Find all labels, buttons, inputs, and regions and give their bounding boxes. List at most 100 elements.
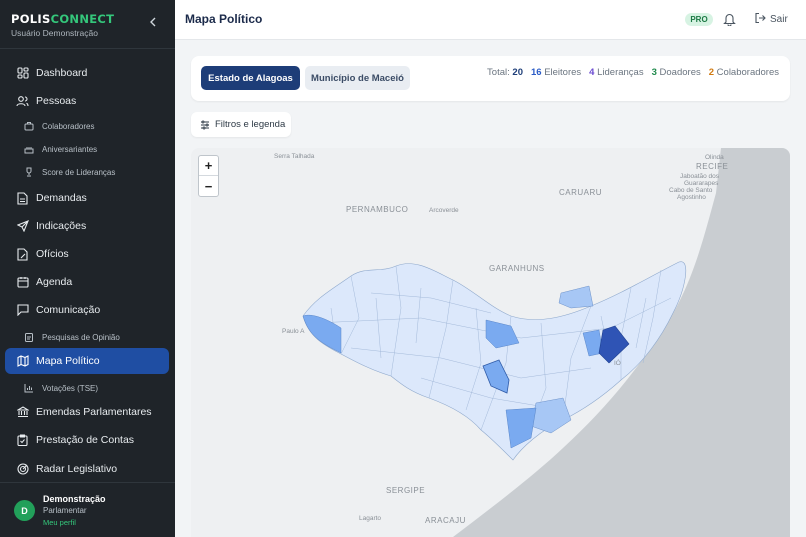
filters-label: Filtros e legenda xyxy=(215,119,286,130)
stat-total: Total: 20 xyxy=(487,67,523,78)
sidebar-item-pesquisas[interactable]: Pesquisas de Opinião xyxy=(5,326,169,348)
map-label: Serra Talhada xyxy=(274,153,315,160)
zoom-control: + − xyxy=(198,155,219,197)
view-tabs-card: Estado de Alagoas Município de Maceió To… xyxy=(191,56,790,101)
sidebar-item-label: Votações (TSE) xyxy=(42,383,99,393)
map-label: RECIFE xyxy=(696,162,729,171)
sidebar-item-emendas[interactable]: Emendas Parlamentares xyxy=(5,399,169,425)
sidebar-item-label: Score de Lideranças xyxy=(42,167,116,177)
sidebar-item-prestacao-contas[interactable]: Prestação de Contas xyxy=(5,427,169,453)
sidebar-item-label: Aniversariantes xyxy=(42,144,98,154)
municipality-light-2 xyxy=(558,285,594,309)
dashboard-icon xyxy=(16,67,29,80)
collapse-sidebar-icon[interactable] xyxy=(149,16,157,30)
user-name: Demonstração xyxy=(43,494,106,504)
municipality-light-5 xyxy=(530,397,572,434)
sidebar-item-indicacoes[interactable]: Indicações xyxy=(5,213,169,239)
stat-liderancas: 4 Lideranças xyxy=(589,67,644,78)
logout-label: Sair xyxy=(770,14,788,25)
tab-estado-alagoas[interactable]: Estado de Alagoas xyxy=(201,66,300,90)
pro-badge: PRO xyxy=(685,13,713,26)
briefcase-icon xyxy=(24,121,34,131)
logout-icon xyxy=(754,12,766,27)
map-label: IÓ xyxy=(614,360,621,367)
map-label: PERNAMBUCO xyxy=(346,205,409,214)
map-label: Cabo de Santo xyxy=(669,187,713,194)
cake-icon xyxy=(24,144,34,154)
map-canvas xyxy=(302,148,790,537)
profile-link[interactable]: Meu perfil xyxy=(43,518,76,527)
sidebar-item-label: Comunicação xyxy=(36,304,101,316)
bar-chart-icon xyxy=(24,383,34,393)
sidebar-item-label: Pesquisas de Opinião xyxy=(42,332,120,342)
sidebar-item-demandas[interactable]: Demandas xyxy=(5,185,169,211)
top-header: Mapa Político PRO Sair xyxy=(175,0,806,40)
sidebar: POLISCONNECT Usuário Demonstração Dashbo… xyxy=(0,0,175,537)
map-label: ARACAJU xyxy=(425,516,466,525)
user-profile: D Demonstração Parlamentar Meu perfil xyxy=(0,482,175,537)
map-label: SERGIPE xyxy=(386,486,426,495)
map-label: CARUARU xyxy=(559,188,603,197)
map-label: Lagarto xyxy=(359,515,382,522)
map-label: Arcoverde xyxy=(429,207,459,214)
sidebar-item-label: Prestação de Contas xyxy=(36,434,135,446)
map-label: Agostinho xyxy=(677,194,706,201)
zoom-out-button[interactable]: − xyxy=(199,176,218,196)
sidebar-item-votacoes[interactable]: Votações (TSE) xyxy=(5,377,169,399)
sidebar-item-aniversariantes[interactable]: Aniversariantes xyxy=(5,138,169,160)
sidebar-item-label: Emendas Parlamentares xyxy=(36,406,152,418)
sidebar-item-colaboradores[interactable]: Colaboradores xyxy=(5,115,169,137)
bell-icon[interactable] xyxy=(723,12,737,27)
sidebar-item-label: Ofícios xyxy=(36,248,69,260)
map-label: Olinda xyxy=(705,154,724,161)
map-label: Paulo A xyxy=(282,328,305,335)
map-label: Jaboatão dos xyxy=(680,173,720,180)
stat-colaboradores: 2 Colaboradores xyxy=(708,67,779,78)
sidebar-item-agenda[interactable]: Agenda xyxy=(5,269,169,295)
tab-municipio-maceio[interactable]: Município de Maceió xyxy=(305,66,410,90)
stat-doadores: 3 Doadores xyxy=(651,67,701,78)
user-role: Parlamentar xyxy=(43,506,87,515)
calendar-icon xyxy=(16,276,29,289)
municipality-light-6 xyxy=(505,407,537,449)
sidebar-item-label: Dashboard xyxy=(36,67,88,79)
political-map[interactable]: + − Serra Talhada Olinda RECIFE Jaboatão… xyxy=(191,148,790,537)
logout-button[interactable]: Sair xyxy=(754,12,788,27)
sidebar-item-label: Agenda xyxy=(36,276,73,288)
zoom-in-button[interactable]: + xyxy=(199,156,218,176)
sidebar-item-comunicacao[interactable]: Comunicação xyxy=(5,297,169,323)
map-label: Guararapes xyxy=(684,180,719,187)
sidebar-item-label: Demandas xyxy=(36,192,87,204)
sidebar-item-label: Indicações xyxy=(36,220,87,232)
sidebar-item-oficios[interactable]: Ofícios xyxy=(5,241,169,267)
file-edit-icon xyxy=(16,247,29,261)
sidebar-item-pessoas[interactable]: Pessoas xyxy=(5,88,169,114)
trophy-icon xyxy=(24,167,34,177)
clipboard-check-icon xyxy=(16,434,29,447)
chat-icon xyxy=(16,304,29,317)
sidebar-item-mapa-politico[interactable]: Mapa Político xyxy=(5,348,169,374)
clipboard-icon xyxy=(24,332,34,342)
send-icon xyxy=(16,220,29,233)
map-icon xyxy=(16,355,29,368)
bank-icon xyxy=(16,406,29,419)
sidebar-item-dashboard[interactable]: Dashboard xyxy=(5,60,169,86)
stats-summary: Total: 20 16 Eleitores 4 Lideranças 3 Do… xyxy=(487,67,779,78)
sidebar-item-label: Radar Legislativo xyxy=(36,463,118,475)
map-label: GARANHUNS xyxy=(489,264,545,273)
page-title: Mapa Político xyxy=(185,12,263,26)
stat-eleitores: 16 Eleitores xyxy=(530,67,582,78)
sidebar-item-radar-legislativo[interactable]: Radar Legislativo xyxy=(5,456,169,482)
sidebar-divider xyxy=(0,48,175,49)
avatar[interactable]: D xyxy=(14,500,35,521)
document-icon xyxy=(16,191,29,205)
sidebar-item-label: Mapa Político xyxy=(36,355,100,367)
filters-legend-button[interactable]: Filtros e legenda xyxy=(191,112,291,137)
brand-subtitle: Usuário Demonstração xyxy=(11,28,98,38)
sidebar-item-label: Pessoas xyxy=(36,95,77,107)
brand-logo[interactable]: POLISCONNECT xyxy=(11,12,114,26)
people-icon xyxy=(16,95,29,108)
sidebar-item-score-liderancas[interactable]: Score de Lideranças xyxy=(5,161,169,183)
radar-icon xyxy=(16,463,29,476)
sidebar-item-label: Colaboradores xyxy=(42,121,95,131)
